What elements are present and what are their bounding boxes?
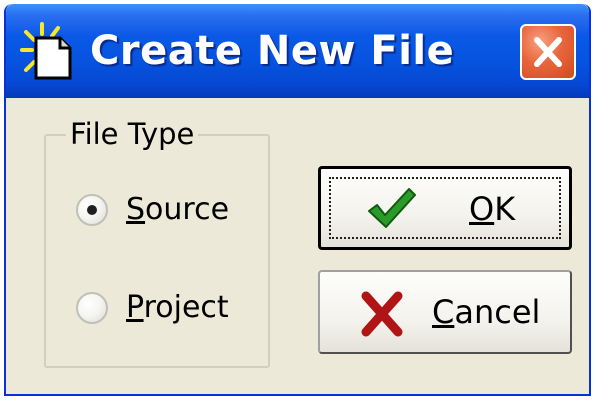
file-type-group: File Type Source Project (44, 114, 270, 368)
file-type-label: File Type (66, 114, 199, 154)
radio-project-label[interactable]: Project (126, 286, 229, 330)
close-button[interactable] (520, 24, 576, 80)
window-title: Create New File (90, 28, 455, 74)
radio-source[interactable]: Source (76, 188, 229, 232)
ok-button[interactable]: OK (318, 166, 572, 250)
create-new-file-dialog: Create New File File Type Source Project (4, 4, 591, 396)
x-icon (361, 291, 403, 337)
title-bar[interactable]: Create New File (6, 4, 589, 98)
close-icon (534, 37, 562, 67)
cancel-label: Cancel (432, 293, 541, 331)
radio-source-label[interactable]: Source (126, 188, 229, 232)
focus-rectangle (329, 177, 561, 239)
ok-label: OK (469, 190, 516, 228)
radio-button[interactable] (76, 292, 108, 324)
radio-button[interactable] (76, 194, 108, 226)
radio-project[interactable]: Project (76, 286, 229, 330)
radio-selected-dot (87, 205, 97, 215)
checkmark-icon (368, 188, 416, 228)
cancel-button[interactable]: Cancel (318, 270, 572, 354)
new-file-icon (20, 22, 72, 80)
